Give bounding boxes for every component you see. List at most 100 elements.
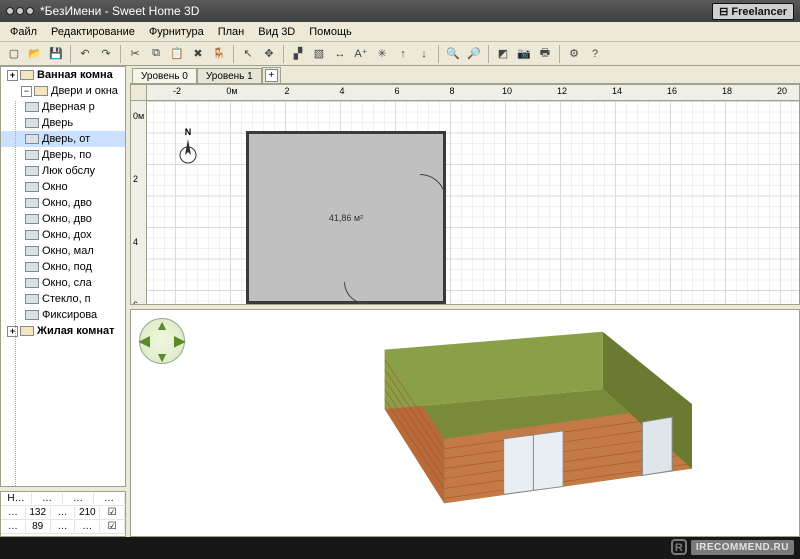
delete-button[interactable]: ✖ (188, 44, 208, 64)
watermark: R IRECOMMEND.RU (671, 539, 794, 555)
nav-down-icon[interactable]: ▼ (155, 349, 169, 365)
copy-button[interactable]: ⧉ (146, 44, 166, 64)
prop-cell[interactable]: … (75, 521, 100, 532)
furniture-properties-table[interactable]: Н………… …132…210☑ …89……☑ (0, 491, 126, 537)
3d-button[interactable]: ◩ (493, 44, 513, 64)
level-tab[interactable]: Уровень 0 (132, 68, 197, 83)
menu-редактирование[interactable]: Редактирование (45, 24, 141, 40)
nav-left-icon[interactable]: ◀ (139, 333, 150, 350)
prefs-button[interactable]: ⚙ (564, 44, 584, 64)
tree-item[interactable]: +Ванная комна (1, 67, 125, 83)
ruler-tick: 8 (449, 86, 454, 96)
menu-файл[interactable]: Файл (4, 24, 43, 40)
checkbox-icon[interactable]: ☑ (100, 507, 125, 518)
plan-grid[interactable]: N 41,86 м² (147, 101, 799, 304)
tree-item[interactable]: Окно, дво (1, 211, 125, 227)
add-furniture-button[interactable]: 🪑 (209, 44, 229, 64)
tree-item[interactable]: Дверь, по (1, 147, 125, 163)
nav-3d-widget[interactable]: ▲ ▼ ◀ ▶ (139, 318, 185, 364)
ruler-tick: 2 (133, 174, 138, 184)
ruler-horizontal: -20м246810121416182022 (147, 85, 799, 101)
menu-фурнитура[interactable]: Фурнитура (143, 24, 210, 40)
save-button[interactable]: 💾 (46, 44, 66, 64)
ruler-tick: 6 (394, 86, 399, 96)
cut-button[interactable]: ✂ (125, 44, 145, 64)
ruler-tick: 4 (339, 86, 344, 96)
nav-up-icon[interactable]: ▲ (155, 317, 169, 333)
ruler-tick: 6 (133, 300, 138, 305)
door-icon[interactable] (344, 282, 366, 304)
prop-cell[interactable]: 210 (75, 507, 100, 518)
menu-помощь[interactable]: Помощь (303, 24, 358, 40)
ruler-tick: 4 (133, 237, 138, 247)
wall-button[interactable]: ▞ (288, 44, 308, 64)
print-button[interactable]: 🖶 (535, 44, 555, 64)
pan-button[interactable]: ✥ (259, 44, 279, 64)
prop-cell: … (94, 493, 125, 504)
undo-button[interactable]: ↶ (75, 44, 95, 64)
house-3d-render (131, 310, 799, 536)
ruler-tick: 2 (284, 86, 289, 96)
ruler-tick: 0м (226, 86, 237, 96)
tree-item[interactable]: Окно, сла (1, 275, 125, 291)
door-icon[interactable] (420, 174, 446, 200)
checkbox-icon[interactable]: ☑ (100, 521, 125, 532)
tree-item[interactable]: Окно (1, 179, 125, 195)
tree-item[interactable]: Фиксирова (1, 307, 125, 323)
tree-item[interactable]: Окно, под (1, 259, 125, 275)
compass-button[interactable]: ✳ (372, 44, 392, 64)
ruler-corner (131, 85, 147, 101)
ruler-tick: -2 (173, 86, 181, 96)
prop-cell: … (63, 493, 94, 504)
tree-item[interactable]: +Жилая комнат (1, 323, 125, 339)
prop-cell[interactable]: … (51, 507, 76, 518)
tree-item[interactable]: Дверь, от (1, 131, 125, 147)
room-button[interactable]: ▧ (309, 44, 329, 64)
tree-item[interactable]: −Двери и окна (1, 83, 125, 99)
menu-план[interactable]: План (212, 24, 251, 40)
nav-right-icon[interactable]: ▶ (174, 333, 185, 350)
door-3d (504, 431, 563, 494)
plan-2d-view[interactable]: -20м246810121416182022 0м246 N 41,86 м² (130, 84, 800, 305)
paste-button[interactable]: 📋 (167, 44, 187, 64)
tree-item[interactable]: Стекло, п (1, 291, 125, 307)
prop-cell: Н… (1, 493, 32, 504)
menu-bar: ФайлРедактированиеФурнитураПланВид 3DПом… (0, 22, 800, 42)
level-tab[interactable]: Уровень 1 (197, 68, 262, 83)
prop-cell[interactable]: 89 (26, 521, 51, 532)
tree-item[interactable]: Окно, дох (1, 227, 125, 243)
ruler-tick: 0м (133, 111, 144, 121)
main-toolbar: ▢📂💾 ↶↷ ✂⧉📋✖🪑 ↖✥ ▞▧↔A⁺✳↑↓ 🔍🔎 ◩📷🖶 ⚙? (0, 42, 800, 66)
view-3d[interactable]: ▲ ▼ ◀ ▶ (130, 309, 800, 537)
prop-cell[interactable]: … (1, 521, 26, 532)
zoom-out-button[interactable]: 🔎 (464, 44, 484, 64)
dimension-button[interactable]: ↔ (330, 44, 350, 64)
tree-item[interactable]: Дверь (1, 115, 125, 131)
prop-cell[interactable]: … (1, 507, 26, 518)
menu-вид 3d[interactable]: Вид 3D (252, 24, 301, 40)
new-button[interactable]: ▢ (4, 44, 24, 64)
room-outline[interactable]: 41,86 м² (246, 131, 446, 304)
ruler-vertical: 0м 2 4 6 (131, 101, 147, 304)
camera-button[interactable]: 📷 (514, 44, 534, 64)
tree-item[interactable]: Люк обслу (1, 163, 125, 179)
tree-item[interactable]: Окно, мал (1, 243, 125, 259)
furniture-catalog[interactable]: +Ванная комна−Двери и окнаДверная рДверь… (0, 66, 126, 487)
prop-cell[interactable]: … (51, 521, 76, 532)
room-area-label: 41,86 м² (329, 213, 363, 223)
open-button[interactable]: 📂 (25, 44, 45, 64)
tree-item[interactable]: Окно, дво (1, 195, 125, 211)
redo-button[interactable]: ↷ (96, 44, 116, 64)
zoom-in-button[interactable]: 🔍 (443, 44, 463, 64)
select-button[interactable]: ↖ (238, 44, 258, 64)
prop-cell[interactable]: 132 (26, 507, 51, 518)
up-level-button[interactable]: ↑ (393, 44, 413, 64)
tree-item[interactable]: Дверная р (1, 99, 125, 115)
ruler-tick: 10 (502, 86, 512, 96)
down-level-button[interactable]: ↓ (414, 44, 434, 64)
compass-indicator[interactable]: N (175, 127, 201, 167)
window-controls[interactable] (6, 7, 34, 15)
add-level-button[interactable]: + (262, 67, 281, 83)
help-button[interactable]: ? (585, 44, 605, 64)
text-button[interactable]: A⁺ (351, 44, 371, 64)
